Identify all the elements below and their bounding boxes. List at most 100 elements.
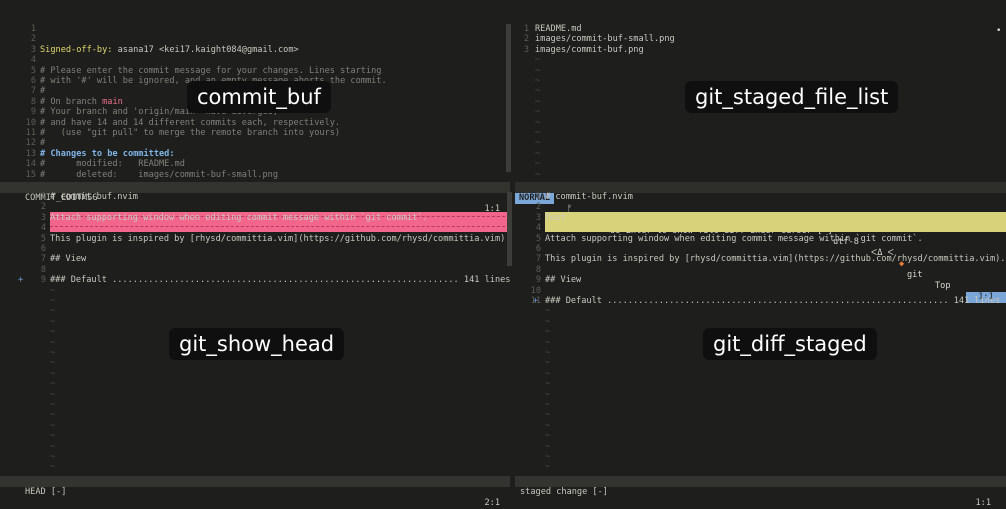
empty-line-tilde: ~ (535, 86, 541, 97)
line-number: 15 (25, 169, 36, 180)
empty-line-tilde: ~ (535, 55, 541, 66)
empty-line-tilde: ~ (545, 358, 551, 369)
line-number: 3 (30, 44, 36, 55)
editor-line: ~ (0, 442, 510, 452)
editor-line: ~ (515, 379, 1006, 389)
empty-line-tilde: ~ (545, 337, 551, 348)
line-number: 8 (40, 264, 46, 275)
vertical-separator[interactable] (507, 192, 512, 266)
empty-line-tilde: ~ (50, 452, 56, 462)
editor-line: 1 # commit-buf.nvim (0, 192, 510, 202)
empty-line-tilde: ~ (545, 410, 551, 421)
git-staged-file-list-label: git_staged_file_list (685, 81, 899, 113)
editor-line: 4 (515, 223, 1006, 233)
line-number: 9 (30, 107, 36, 118)
editor-line: ~ (515, 369, 1006, 379)
line-number: 14 (25, 159, 36, 170)
editor-line: ~ (0, 452, 510, 462)
empty-line-tilde: ~ (535, 138, 541, 149)
empty-line-tilde: ~ (535, 169, 541, 180)
line-text: # (40, 138, 46, 149)
editor-line: ~ (0, 306, 510, 316)
line-number: 2 (523, 34, 529, 45)
git-diff-staged-statusline: staged change [-] 1:1 (515, 476, 1006, 508)
line-text: ### Default ............................… (545, 296, 1006, 306)
line-number: 6 (535, 244, 541, 254)
line-number: 1 (30, 24, 36, 34)
git-show-head-label: git_show_head (169, 328, 345, 360)
editor-line: 3 images/commit-buf.png (515, 45, 1006, 55)
line-number: 2 (30, 34, 36, 45)
editor-line: 3 Attach supporting window when editing c… (0, 213, 510, 223)
editor-line: 1 # commit-buf.nvim (515, 192, 1006, 202)
editor-line: ~ (515, 410, 1006, 420)
line-number: 4 (30, 55, 36, 66)
line-number: 9 (535, 275, 541, 286)
line-number: 5 (535, 233, 541, 244)
editor-line: 3 Test (515, 213, 1006, 223)
editor-line: ~ (515, 66, 1006, 76)
editor-line: ~ (515, 118, 1006, 128)
empty-line-tilde: ~ (50, 462, 56, 473)
empty-line-tilde: ~ (535, 65, 541, 76)
line-number: 8 (30, 96, 36, 107)
line-number: 3 (40, 212, 46, 223)
line-number: 5 (40, 233, 46, 244)
line-text: # Please enter the commit message for yo… (40, 65, 382, 76)
empty-line-tilde: ~ (545, 316, 551, 327)
editor-line: 4 (0, 55, 508, 65)
empty-line-tilde: ~ (545, 368, 551, 379)
empty-line-tilde: ~ (50, 389, 56, 400)
empty-line-tilde: ~ (545, 306, 551, 317)
line-text: ## View (545, 275, 582, 286)
line-number: 12 (25, 138, 36, 149)
editor-line: ~ (0, 296, 510, 306)
line-number: 6 (30, 76, 36, 86)
line-number: 7 (40, 254, 46, 265)
statusline-filename: HEAD [-] (25, 487, 67, 497)
empty-line-tilde: ~ (50, 379, 56, 390)
empty-line-tilde: ~ (535, 76, 541, 86)
editor-line: ~ (0, 379, 510, 389)
editor-line: ~ (0, 421, 510, 431)
line-text: # deleted: images/commit-buf-small.png (40, 169, 278, 180)
editor-line: 14 # modified: README.md (0, 159, 508, 169)
empty-line-tilde: ~ (535, 148, 541, 159)
empty-line-tilde: ~ (50, 368, 56, 379)
line-number: 7 (30, 86, 36, 97)
line-text: # modified: README.md (40, 159, 185, 170)
empty-line-tilde: ~ (50, 410, 56, 421)
line-text: Signed-off-by: asana17 <kei17.kaight084@… (40, 44, 299, 55)
editor-line: 2 (0, 202, 510, 212)
editor-line: 1 (0, 24, 508, 34)
editor-line: ~ (515, 442, 1006, 452)
editor-line: ~ (0, 369, 510, 379)
editor-line: ~ (515, 55, 1006, 65)
editor-line: 8 (515, 265, 1006, 275)
empty-line-tilde: ~ (50, 431, 56, 442)
line-number: 2 (40, 202, 46, 213)
line-number: 6 (40, 244, 46, 254)
empty-line-tilde: ~ (545, 452, 551, 462)
line-number: 1 (40, 192, 46, 202)
line-text: ### Default ............................… (50, 275, 510, 286)
statusline-position: 2:1 (484, 498, 500, 508)
editor-line: 1 README.md (515, 24, 1006, 34)
editor-line: 2 (0, 34, 508, 44)
line-number: 13 (25, 148, 36, 159)
line-number: 4 (535, 223, 541, 234)
editor-line: 10 (515, 286, 1006, 296)
line-text: images/commit-buf.png (535, 44, 644, 55)
line-number: 9 (40, 275, 46, 286)
vertical-scrollbar[interactable] (506, 24, 511, 172)
line-text: This plugin is inspired by [rhysd/commit… (50, 233, 510, 244)
editor-line: 15 # deleted: images/commit-buf-small.png (0, 170, 508, 180)
empty-line-tilde: ~ (50, 358, 56, 369)
empty-line-tilde: ~ (535, 128, 541, 138)
editor-line: ~ (515, 431, 1006, 441)
line-number: 3 (523, 44, 529, 55)
line-number: 7 (535, 254, 541, 265)
commit-buf-label: commit_buf (187, 81, 331, 113)
editor-line: 6 (515, 244, 1006, 254)
editor-line: ~ (0, 286, 510, 296)
